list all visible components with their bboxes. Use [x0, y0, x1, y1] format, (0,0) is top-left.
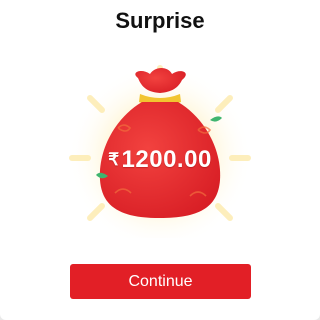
currency-symbol: ₹ [108, 150, 120, 169]
reward-bag: ₹1200.00 [60, 58, 260, 238]
amount-value: 1200.00 [121, 146, 212, 173]
continue-button[interactable]: Continue [70, 264, 251, 299]
reward-amount: ₹1200.00 [60, 146, 260, 174]
dialog-title: Surprise [115, 8, 205, 33]
